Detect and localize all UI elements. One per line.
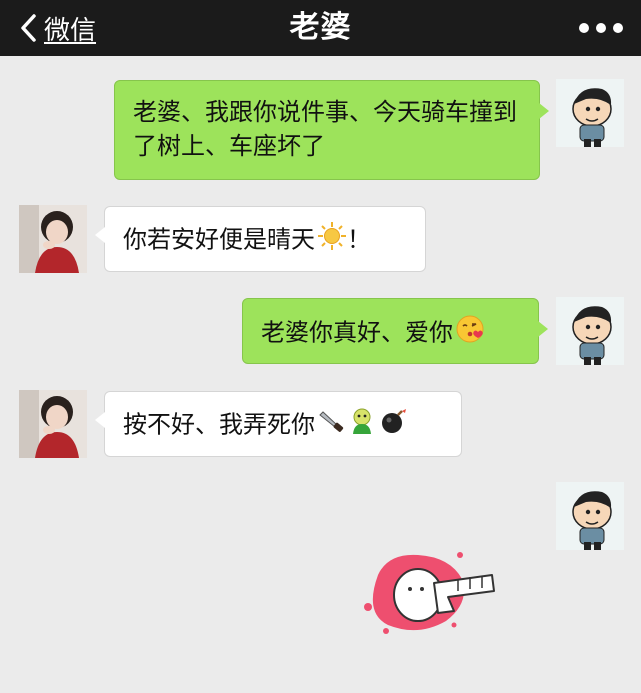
message-bubble-me[interactable]: 老婆你真好、爱你 <box>242 298 548 364</box>
contact-avatar[interactable] <box>19 205 87 273</box>
bomb-emoji-icon <box>379 406 409 445</box>
message-text: 老婆你真好、爱你 <box>261 318 453 347</box>
my-avatar[interactable] <box>556 79 624 147</box>
message-text: 按不好、我弄死你 <box>123 410 315 439</box>
message-text: 你若安好便是晴天 <box>123 225 315 254</box>
kiss-face-emoji-icon <box>455 313 487 354</box>
pushing-hand-sticker-icon[interactable] <box>358 545 498 637</box>
knife-emoji-icon <box>317 407 345 444</box>
girl-photo-avatar-icon <box>19 205 87 273</box>
girl-photo-avatar-icon <box>19 390 87 458</box>
my-avatar[interactable] <box>556 482 624 550</box>
message-text: 老婆、我跟你说件事、今天骑车撞到了树上、车座坏了 <box>133 98 517 160</box>
cartoon-boy-avatar-icon <box>556 79 624 147</box>
contact-avatar[interactable] <box>19 390 87 458</box>
message-bubble-me[interactable]: 老婆、我跟你说件事、今天骑车撞到了树上、车座坏了 <box>114 80 549 180</box>
message-text-suffix: ！ <box>347 225 371 254</box>
message-bubble-other[interactable]: 你若安好便是晴天 ！ <box>95 206 426 272</box>
chat-header: 微信 老婆 <box>0 0 641 56</box>
more-dot-icon <box>596 23 606 33</box>
chat-title: 老婆 <box>289 10 352 45</box>
my-avatar[interactable] <box>556 297 624 365</box>
sun-emoji-icon <box>317 221 347 260</box>
more-dot-icon <box>579 23 589 33</box>
green-face-emoji-icon <box>347 406 377 445</box>
more-dot-icon <box>613 23 623 33</box>
cartoon-boy-avatar-icon <box>556 482 624 550</box>
more-options-button[interactable] <box>579 14 623 42</box>
message-bubble-other[interactable]: 按不好、我弄死你 <box>95 391 462 457</box>
cartoon-boy-avatar-icon <box>556 297 624 365</box>
